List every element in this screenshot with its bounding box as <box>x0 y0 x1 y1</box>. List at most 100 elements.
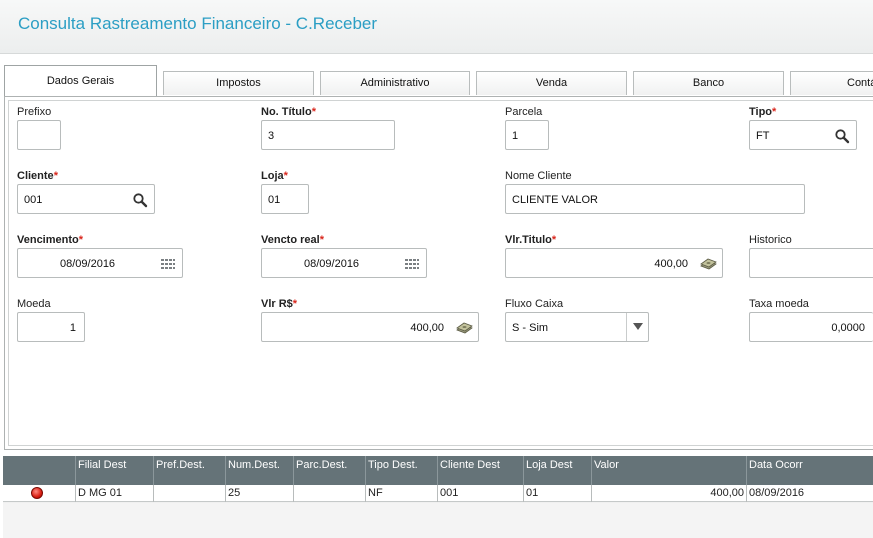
page-title: Consulta Rastreamento Financeiro - C.Rec… <box>18 14 378 33</box>
moeda-label: Moeda <box>17 298 51 310</box>
grid-header-filial-dest[interactable]: Filial Dest <box>75 456 153 485</box>
cell-pref-dest <box>153 485 225 502</box>
nome-cliente-label: Nome Cliente <box>505 170 572 182</box>
tab-label: Banco <box>692 77 725 89</box>
tab-label: Impostos <box>216 77 261 89</box>
grid-header-valor[interactable]: Valor <box>591 456 746 485</box>
grid-header-cliente-dest[interactable]: Cliente Dest <box>437 456 523 485</box>
tab-label: Contá <box>847 77 873 89</box>
tipo-label: Tipo* <box>749 106 776 118</box>
row-status-cell <box>3 485 75 502</box>
required-mark: * <box>78 234 84 246</box>
calendar-icon[interactable] <box>404 256 420 272</box>
vencimento-value: 08/09/2016 <box>60 258 116 270</box>
tab-label: Dados Gerais <box>46 75 115 87</box>
cell-valor: 400,00 <box>591 485 746 502</box>
nome-cliente-value: CLIENTE VALOR <box>512 194 598 206</box>
no-titulo-field[interactable]: 3 <box>261 120 395 150</box>
cell-loja-dest: 01 <box>523 485 591 502</box>
taxa-moeda-label: Taxa moeda <box>749 298 809 310</box>
tab-contabil[interactable]: Contá <box>790 71 873 95</box>
tipo-field[interactable]: FT <box>749 120 857 150</box>
grid-header: Filial Dest Pref.Dest. Num.Dest. Parc.De… <box>3 456 873 485</box>
tipo-value: FT <box>756 130 770 142</box>
grid-header-pref-dest[interactable]: Pref.Dest. <box>153 456 225 485</box>
calendar-icon[interactable] <box>160 256 176 272</box>
taxa-moeda-field[interactable]: 0,0000 <box>749 312 873 342</box>
search-icon[interactable] <box>834 128 850 144</box>
parcela-field[interactable]: 1 <box>505 120 549 150</box>
money-icon[interactable] <box>455 320 473 336</box>
nome-cliente-field[interactable]: CLIENTE VALOR <box>505 184 805 214</box>
money-icon[interactable] <box>699 256 717 272</box>
moeda-field[interactable]: 1 <box>17 312 85 342</box>
table-row[interactable]: D MG 01 25 NF 001 01 400,00 08/09/2016 <box>3 485 873 502</box>
window-header: Consulta Rastreamento Financeiro - C.Rec… <box>0 0 873 54</box>
required-mark: * <box>772 106 777 118</box>
vlr-rs-label-text: Vlr R$ <box>261 298 293 310</box>
moeda-value: 1 <box>69 322 76 334</box>
required-mark: * <box>283 170 288 182</box>
vlr-rs-value: 400,00 <box>410 322 444 334</box>
vencimento-label: Vencimento* <box>17 234 83 246</box>
cliente-label: Cliente* <box>17 170 58 182</box>
prefixo-field[interactable] <box>17 120 61 150</box>
historico-label: Historico <box>749 234 792 246</box>
vlr-rs-field[interactable]: 400,00 <box>261 312 479 342</box>
cliente-field[interactable]: 001 <box>17 184 155 214</box>
tab-label: Administrativo <box>360 77 430 89</box>
historico-field[interactable] <box>749 248 873 278</box>
search-icon[interactable] <box>132 192 148 208</box>
vencto-real-label: Vencto real* <box>261 234 324 246</box>
cell-parc-dest <box>293 485 365 502</box>
cliente-value: 001 <box>24 194 43 206</box>
tab-banco[interactable]: Banco <box>633 71 784 95</box>
dropdown-button[interactable] <box>626 313 648 341</box>
required-mark: * <box>53 170 58 182</box>
tab-administrativo[interactable]: Administrativo <box>320 71 470 95</box>
grid-header-data-ocorr[interactable]: Data Ocorr <box>746 456 873 485</box>
results-grid: Filial Dest Pref.Dest. Num.Dest. Parc.De… <box>3 456 873 538</box>
no-titulo-label: No. Título* <box>261 106 316 118</box>
cell-tipo-dest: NF <box>365 485 437 502</box>
vencto-real-field[interactable]: 08/09/2016 <box>261 248 427 278</box>
grid-header-tipo-dest[interactable]: Tipo Dest. <box>365 456 437 485</box>
grid-header-num-dest[interactable]: Num.Dest. <box>225 456 293 485</box>
tab-bar: Dados Gerais Impostos Administrativo Ven… <box>0 54 873 96</box>
chevron-down-icon <box>633 323 643 330</box>
tab-impostos[interactable]: Impostos <box>163 71 314 95</box>
loja-label-text: Loja <box>261 170 284 182</box>
required-mark: * <box>292 298 298 310</box>
tab-label: Venda <box>535 77 568 89</box>
vencto-real-label-text: Vencto real <box>261 234 320 246</box>
required-mark: * <box>551 234 557 246</box>
vlr-titulo-field[interactable]: 400,00 <box>505 248 723 278</box>
fluxo-caixa-select[interactable]: S - Sim <box>505 312 649 342</box>
grid-header-parc-dest[interactable]: Parc.Dest. <box>293 456 365 485</box>
no-titulo-label-text: No. Título <box>261 106 312 118</box>
loja-label: Loja* <box>261 170 288 182</box>
loja-field[interactable]: 01 <box>261 184 309 214</box>
loja-value: 01 <box>268 194 281 206</box>
cell-num-dest: 25 <box>225 485 293 502</box>
vlr-rs-label: Vlr R$* <box>261 298 297 310</box>
cell-filial-dest: D MG 01 <box>75 485 153 502</box>
tab-dados-gerais[interactable]: Dados Gerais <box>4 65 157 96</box>
vlr-titulo-label: Vlr.Titulo* <box>505 234 556 246</box>
tab-venda[interactable]: Venda <box>476 71 627 95</box>
taxa-moeda-value: 0,0000 <box>831 322 865 334</box>
vencimento-field[interactable]: 08/09/2016 <box>17 248 183 278</box>
red-status-icon <box>31 487 43 499</box>
cell-cliente-dest: 001 <box>437 485 523 502</box>
cliente-label-text: Cliente <box>17 170 54 182</box>
tipo-label-text: Tipo <box>749 106 773 118</box>
vlr-titulo-label-text: Vlr.Titulo <box>505 234 552 246</box>
grid-header-status <box>3 456 75 485</box>
no-titulo-value: 3 <box>268 130 275 142</box>
prefixo-label: Prefixo <box>17 106 52 118</box>
required-mark: * <box>319 234 324 246</box>
fluxo-caixa-value: S - Sim <box>512 322 549 334</box>
grid-header-loja-dest[interactable]: Loja Dest <box>523 456 591 485</box>
vencto-real-value: 08/09/2016 <box>304 258 360 270</box>
vlr-titulo-value: 400,00 <box>654 258 688 270</box>
